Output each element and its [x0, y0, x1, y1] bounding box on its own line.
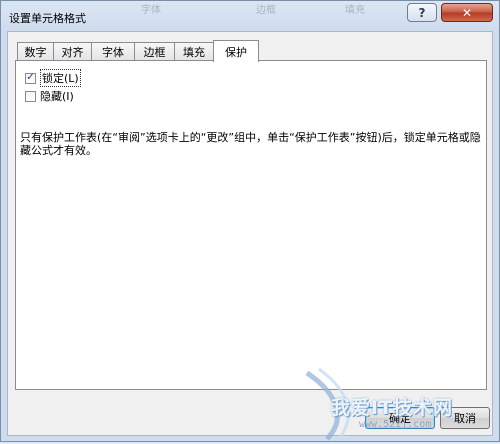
tab-strip: 数字 对齐 字体 边框 填充 保护 — [17, 40, 259, 62]
dialog-body: 数字 对齐 字体 边框 填充 保护 ✓ 锁定(L) 隐藏(I) 只有保护工作表(… — [7, 31, 493, 436]
tab-label: 字体 — [102, 46, 124, 59]
tab-font[interactable]: 字体 — [91, 42, 135, 61]
protection-description: 只有保护工作表(在“审阅”选项卡上的“更改”组中，单击“保护工作表”按钮)后，锁… — [20, 131, 481, 157]
format-cells-dialog: 字体 边框 填充 设置单元格格式 ? ✕ 数字 对齐 字体 边框 填充 保护 ✓… — [0, 0, 500, 442]
tab-label: 保护 — [225, 45, 247, 59]
tab-border[interactable]: 边框 — [134, 42, 175, 61]
ok-button[interactable]: 确定 — [365, 407, 435, 429]
hidden-label[interactable]: 隐藏(I) — [40, 88, 74, 104]
cancel-label: 取消 — [454, 412, 476, 425]
check-icon: ✓ — [26, 72, 35, 83]
help-icon: ? — [418, 5, 426, 20]
ghost-label: 字体 — [141, 5, 161, 16]
locked-checkbox[interactable]: ✓ — [25, 72, 36, 84]
dialog-title: 设置单元格格式 — [9, 12, 86, 25]
protection-panel: ✓ 锁定(L) 隐藏(I) 只有保护工作表(在“审阅”选项卡上的“更改”组中，单… — [15, 60, 487, 390]
hidden-option[interactable]: 隐藏(I) — [25, 88, 74, 104]
cancel-button[interactable]: 取消 — [440, 407, 490, 429]
ghost-label: 填充 — [345, 5, 365, 16]
locked-label[interactable]: 锁定(L) — [40, 69, 81, 87]
locked-option[interactable]: ✓ 锁定(L) — [25, 69, 81, 87]
hidden-checkbox[interactable] — [25, 90, 36, 102]
tab-label: 数字 — [24, 46, 47, 59]
close-button[interactable]: ✕ — [441, 3, 493, 22]
tab-label: 填充 — [183, 46, 205, 59]
tab-alignment[interactable]: 对齐 — [53, 42, 92, 61]
tab-label: 边框 — [143, 46, 166, 59]
tab-number[interactable]: 数字 — [17, 42, 54, 61]
close-icon: ✕ — [461, 5, 473, 20]
tab-label: 对齐 — [61, 46, 84, 59]
title-bar: 字体 边框 填充 设置单元格格式 ? ✕ — [1, 1, 499, 30]
tab-protection[interactable]: 保护 — [213, 40, 259, 62]
ok-label: 确定 — [389, 412, 411, 425]
ghost-label: 边框 — [256, 5, 276, 16]
tab-fill[interactable]: 填充 — [174, 42, 214, 61]
help-button[interactable]: ? — [407, 3, 437, 22]
